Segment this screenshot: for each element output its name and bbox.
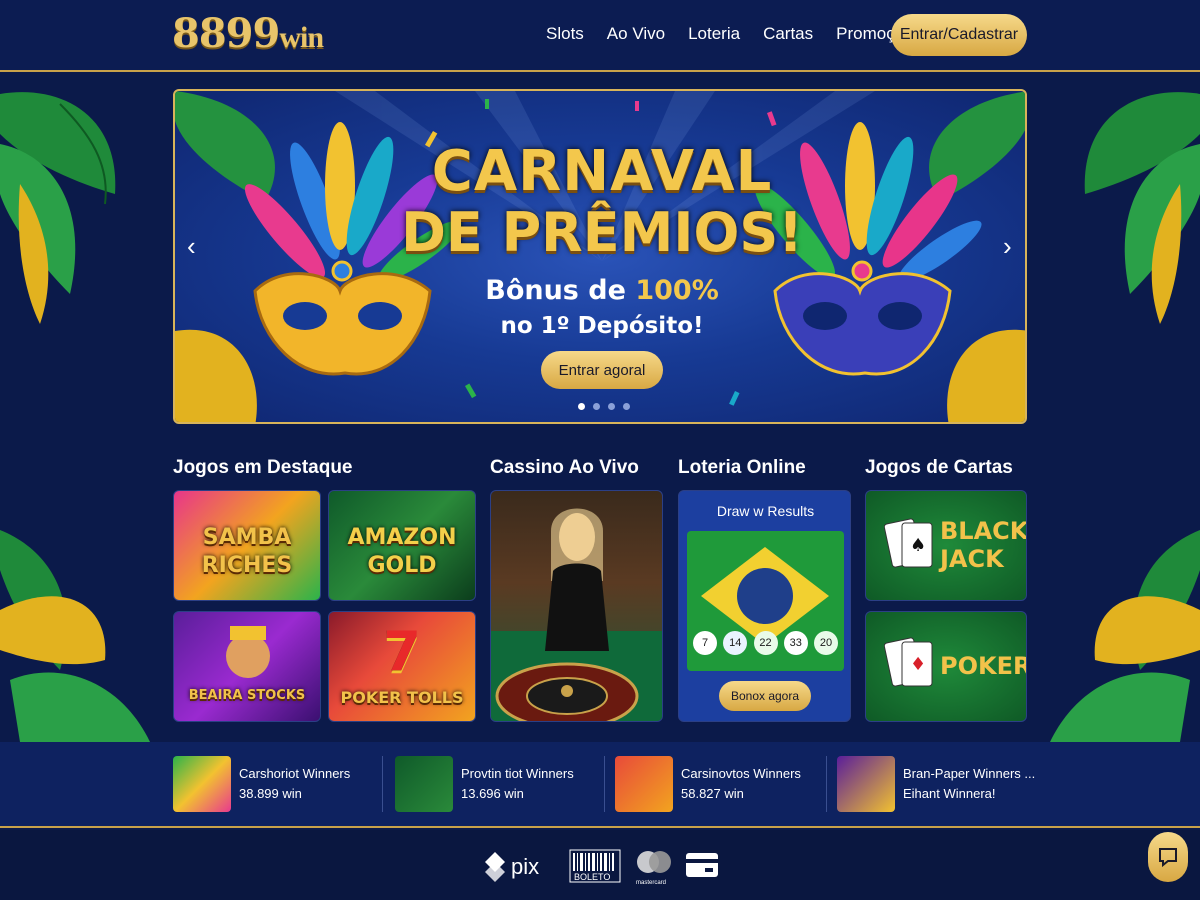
banner-next-arrow-icon[interactable]: › (1003, 231, 1012, 262)
winner-name: Bran-Paper Winners ... (903, 766, 1036, 781)
banner-dot[interactable] (593, 403, 600, 410)
left-top-leaves-decoration (0, 92, 116, 324)
banner-dot[interactable] (608, 403, 615, 410)
banner-subtitle-line1: Bônus de 100% (175, 275, 1025, 306)
winner-name: Provtin tiot Winners (461, 766, 574, 781)
live-chat-button[interactable] (1148, 832, 1188, 882)
winner-name: Carsinovtos Winners (681, 766, 801, 781)
bonus-percent: 100% (635, 275, 719, 306)
banner-subtitle-line2: no 1º Depósito! (500, 313, 704, 339)
game-tile-line2: RICHES (201, 553, 293, 578)
boleto-label: BOLETO (574, 872, 610, 882)
nav-slots[interactable]: Slots (546, 24, 584, 44)
banner-title-line1: CARNAVAL (431, 139, 773, 204)
mastercard-label: mastercard (636, 880, 666, 886)
left-bottom-leaves-decoration (0, 530, 150, 742)
winner-thumb (395, 756, 453, 812)
login-register-button[interactable]: Entrar/Cadastrar (891, 14, 1027, 56)
winner-amount: 38.899 win (239, 786, 302, 801)
banner-prev-arrow-icon[interactable]: ‹ (187, 231, 196, 262)
card-game-line1: BLACK (940, 517, 1027, 545)
game-tile-line1: BEAIRA STOCKS (188, 688, 306, 703)
lottery-ball: 33 (783, 631, 808, 655)
winner-amount: Eihant Winnera! (903, 786, 996, 801)
lottery-tile[interactable]: Draw w Results 7 14 22 33 20 Bonox agora (678, 490, 851, 722)
top-header: 8899win Slots Ao Vivo Loteria Cartas Pro… (0, 0, 1200, 72)
game-tile-beaira-stocks[interactable]: BEAIRA STOCKS (173, 611, 321, 722)
payments-footer: pix BOLETO mastercard (0, 830, 1200, 900)
live-casino-title: Cassino Ao Vivo (490, 457, 639, 478)
nav-ao-vivo[interactable]: Ao Vivo (607, 24, 665, 44)
game-tile-line1: SAMBA (202, 525, 292, 550)
divider (826, 756, 827, 812)
boleto-payment-logo: BOLETO (569, 848, 621, 889)
barcode-icon: BOLETO (569, 849, 621, 883)
mastercard-icon: mastercard (636, 851, 671, 886)
game-tile-amazon-gold[interactable]: AMAZON GOLD (328, 490, 476, 601)
pix-payment-logo: pix (483, 848, 563, 889)
game-tile-line1: AMAZON (347, 525, 457, 550)
card-game-line1: POKER (940, 652, 1027, 680)
lottery-ball: 7 (693, 631, 717, 655)
featured-games-title: Jogos em Destaque (173, 457, 353, 478)
right-top-leaves-decoration (1084, 92, 1200, 324)
site-logo[interactable]: 8899win (172, 10, 324, 57)
game-tile-line2: GOLD (367, 553, 437, 578)
nav-cartas[interactable]: Cartas (763, 24, 813, 44)
pix-label: pix (511, 854, 539, 879)
banner-pagination (578, 403, 630, 410)
mastercard-payment-logo: mastercard (634, 846, 674, 891)
logo-suffix: win (279, 21, 324, 54)
right-bottom-leaves-decoration (1050, 530, 1200, 742)
lucky-seven-icon: 7 (383, 620, 421, 683)
promo-banner[interactable]: CARNAVAL DE PRÊMIOS! Bônus de 100% no 1º… (173, 89, 1027, 424)
winner-amount: 13.696 win (461, 786, 524, 801)
svg-text:♠: ♠ (910, 535, 926, 556)
recent-winners-bar: Carshoriot Winners 38.899 win Provtin ti… (0, 742, 1200, 828)
winner-amount: 58.827 win (681, 786, 744, 801)
banner-dot[interactable] (623, 403, 630, 410)
logo-main: 8899 (172, 10, 280, 57)
svg-text:♦: ♦ (910, 654, 926, 675)
lottery-ball: 20 (814, 631, 838, 655)
playing-cards-icon: ♠ (884, 518, 933, 568)
card-game-line2: JACK (940, 545, 1004, 573)
banner-cta-button[interactable]: Entrar agoral (541, 351, 663, 389)
live-dealer-roulette-art (491, 508, 662, 721)
playing-cards-icon: ♦ (884, 637, 933, 687)
divider (604, 756, 605, 812)
winner-thumb (615, 756, 673, 812)
winner-name: Carshoriot Winners (239, 766, 351, 781)
lottery-ball: 14 (723, 631, 748, 655)
main-nav: Slots Ao Vivo Loteria Cartas Promoções (546, 24, 945, 44)
nav-loteria[interactable]: Loteria (688, 24, 740, 44)
winner-thumb (837, 756, 895, 812)
card-game-tile-blackjack[interactable]: ♠ BLACK JACK (865, 490, 1027, 601)
banner-title-line2: DE PRÊMIOS! (401, 201, 803, 264)
pix-icon: pix (485, 852, 539, 882)
lottery-title: Loteria Online (678, 457, 806, 478)
game-tile-samba-riches[interactable]: SAMBA RICHES (173, 490, 321, 601)
lottery-play-button[interactable]: Bonox agora (719, 681, 811, 711)
banner-dot[interactable] (578, 403, 585, 410)
card-games-title: Jogos de Cartas (865, 457, 1013, 478)
divider (382, 756, 383, 812)
lottery-balls: 7 14 22 33 20 (693, 631, 838, 655)
credit-card-icon (686, 853, 718, 877)
credit-card-logo (685, 850, 719, 885)
game-character-art (226, 626, 270, 678)
live-casino-tile[interactable] (490, 490, 663, 722)
card-game-tile-poker[interactable]: ♦ POKER (865, 611, 1027, 722)
game-tile-line1: POKER TOLLS (340, 688, 464, 707)
game-tile-poker-tolls[interactable]: 7 POKER TOLLS (328, 611, 476, 722)
bonus-prefix: Bônus de (485, 275, 636, 306)
lottery-ball: 22 (753, 631, 778, 655)
chat-bubble-icon (1159, 848, 1177, 868)
winner-thumb (173, 756, 231, 812)
